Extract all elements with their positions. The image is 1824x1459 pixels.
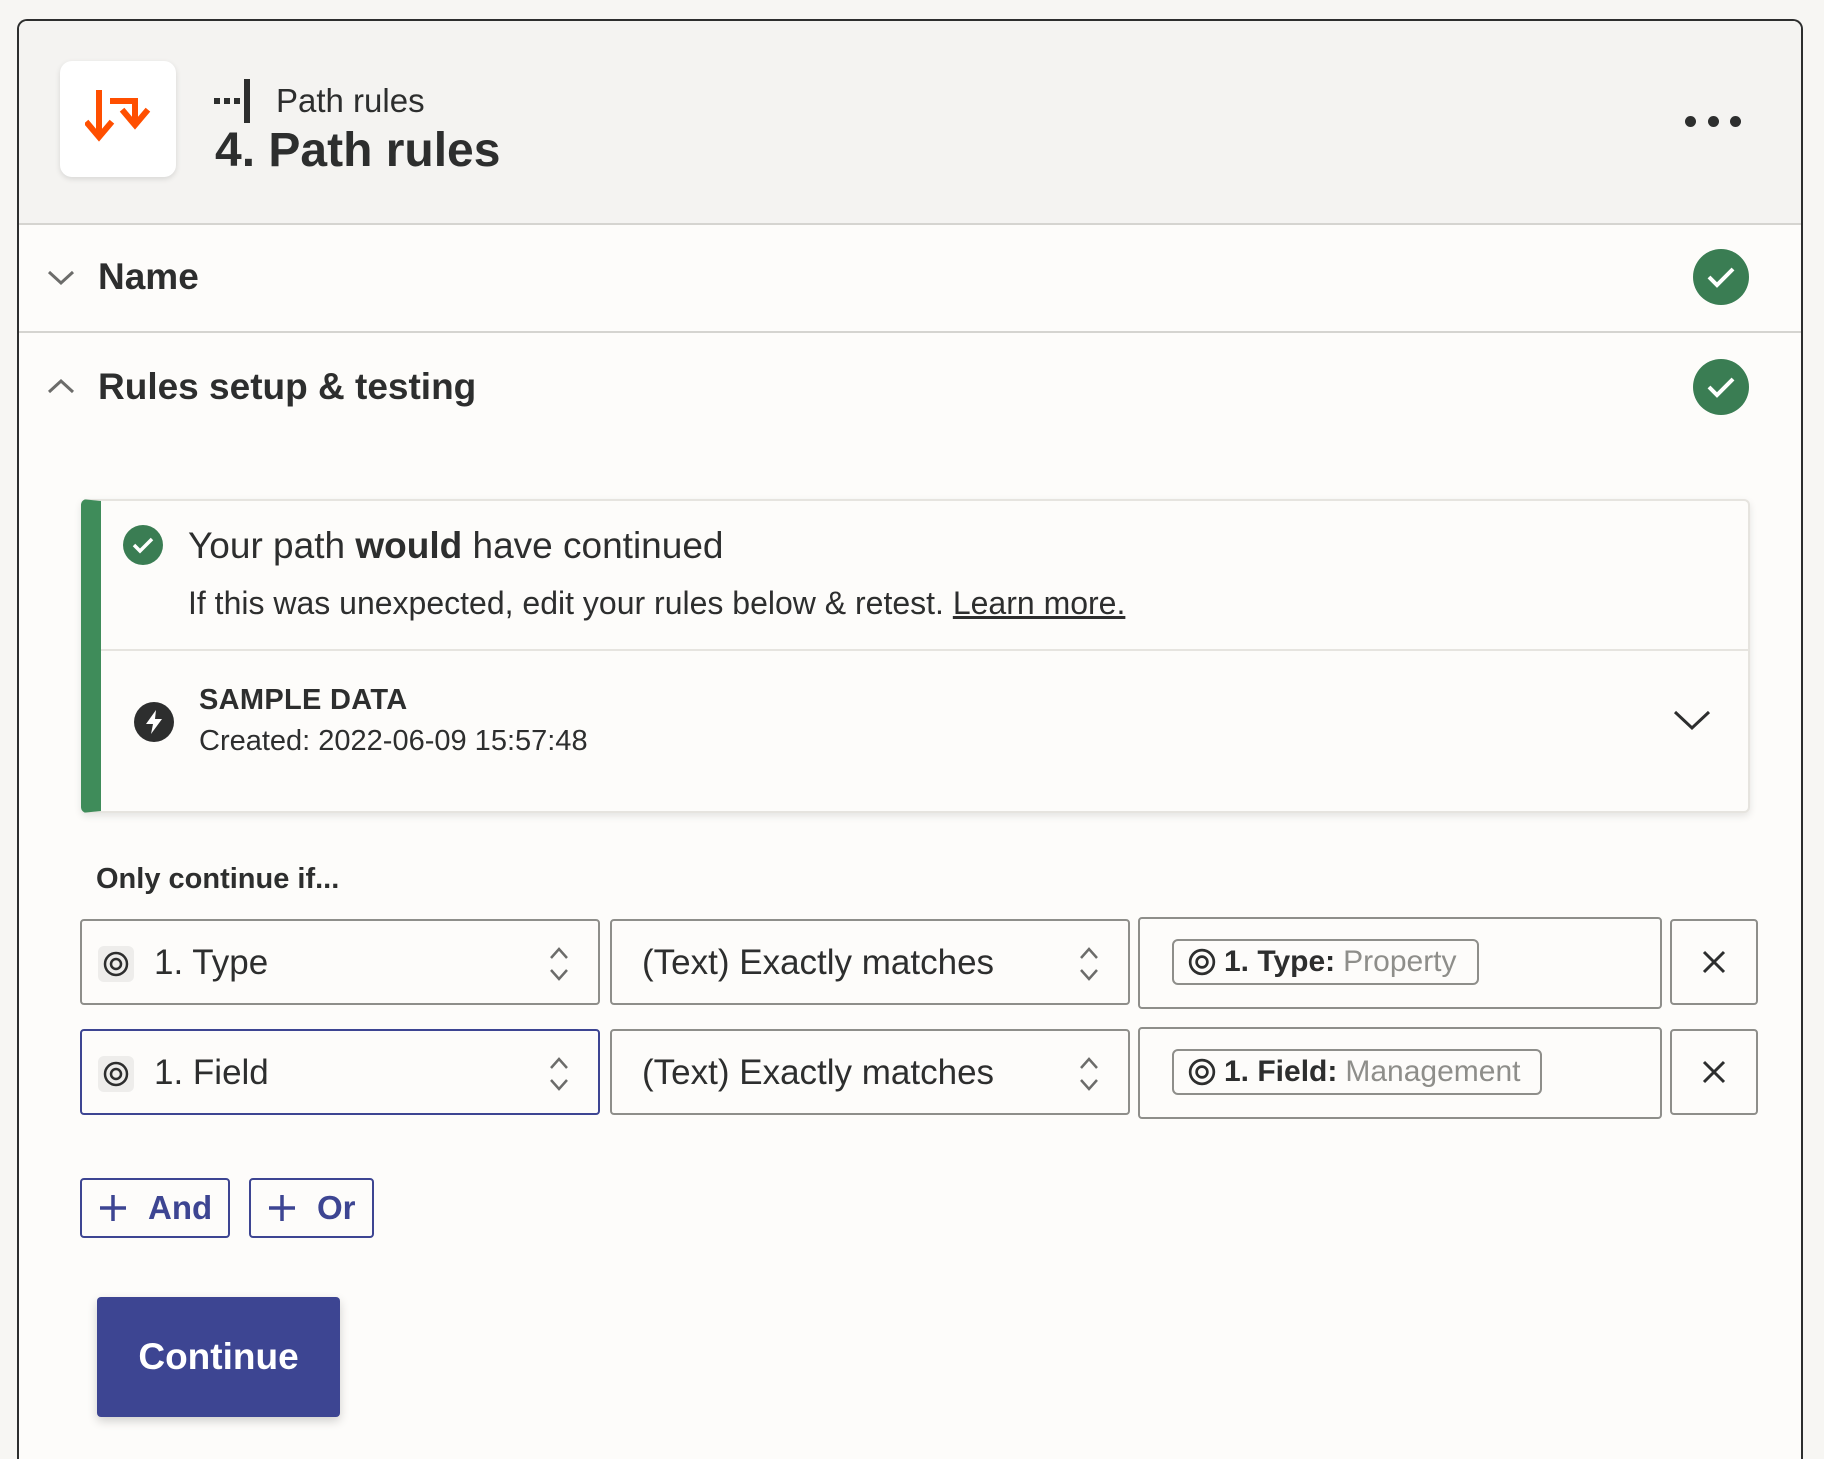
result-subtitle-text: If this was unexpected, edit your rules … [188,585,953,621]
chevron-updown-icon [550,1057,568,1091]
token-value: Management [1345,1055,1521,1088]
remove-rule-button[interactable] [1670,919,1758,1005]
value-input[interactable]: 1. Type: Property [1138,917,1662,1009]
chevron-down-icon[interactable] [1672,707,1712,733]
section-name-label: Name [98,256,199,297]
condition-select-value: (Text) Exactly matches [642,1053,995,1092]
step-header: Path rules 4. Path rules [19,21,1801,225]
add-and-rule-button[interactable]: And [80,1178,231,1238]
chevron-up-icon [47,378,75,394]
value-token: 1. Field: Management [1172,1049,1543,1095]
continue-button[interactable]: Continue [97,1297,340,1417]
plus-icon [100,1195,126,1221]
result-subtitle: If this was unexpected, edit your rules … [188,585,1125,622]
section-rules-label: Rules setup & testing [98,366,477,407]
app-field-icon [1188,1058,1216,1086]
close-icon [1702,950,1726,974]
add-or-rule-button[interactable]: Or [249,1178,374,1238]
dot-icon [1707,115,1719,127]
check-circle-icon [1693,359,1749,415]
step-editor-panel: Path rules 4. Path rules Name Rules setu… [17,19,1803,1459]
app-field-icon [98,946,134,982]
value-input[interactable]: 1. Field: Management [1138,1027,1662,1119]
remove-rule-button[interactable] [1670,1029,1758,1115]
condition-select[interactable]: (Text) Exactly matches [610,1029,1130,1115]
condition-select-value: (Text) Exactly matches [642,943,995,982]
field-select-value: 1. Type [154,943,269,982]
and-label: And [148,1189,213,1226]
result-title: Your path would have continued [188,525,723,567]
chevron-updown-icon [1080,947,1098,981]
app-field-icon [1188,948,1216,976]
learn-more-link[interactable]: Learn more. [953,585,1126,621]
token-value: Property [1343,945,1457,978]
token-key: 1. Field: [1224,1055,1338,1088]
close-icon [1702,1060,1726,1084]
token-key: 1. Type: [1224,945,1336,978]
step-title: 4. Path rules [215,124,501,177]
chevron-updown-icon [1080,1057,1098,1091]
sample-created-time: Created: 2022-06-09 15:57:48 [199,725,588,757]
plus-icon [269,1195,295,1221]
sample-data-label: SAMPLE DATA [199,684,408,716]
section-rules-toggle[interactable]: Rules setup & testing [19,333,1801,441]
step-type: Path rules [214,79,425,123]
or-label: Or [317,1189,356,1226]
path-rules-icon [60,61,176,177]
result-title-emphasis: would [355,525,463,566]
field-select[interactable]: 1. Field [80,1029,600,1115]
field-select[interactable]: 1. Type [80,919,600,1005]
check-circle-icon [123,525,163,565]
chevron-down-icon [47,270,75,286]
result-title-prefix: Your path [188,525,356,566]
lightning-bolt-icon [134,702,174,742]
app-field-icon [98,1056,134,1092]
dot-icon [1685,115,1696,127]
dot-icon [1730,115,1741,127]
section-name-toggle[interactable]: Name [19,223,1801,333]
test-result-card: Your path would have continued If this w… [81,499,1750,813]
condition-select[interactable]: (Text) Exactly matches [610,919,1130,1005]
step-type-label: Path rules [276,82,425,119]
value-token: 1. Type: Property [1172,939,1479,985]
rules-heading: Only continue if... [96,863,340,895]
result-title-suffix: have continued [462,525,724,566]
field-select-value: 1. Field [154,1053,269,1092]
check-circle-icon [1693,249,1749,305]
divider [101,649,1748,651]
path-branch-icon [214,79,250,123]
chevron-updown-icon [550,947,568,981]
more-options-button[interactable] [1685,101,1741,141]
